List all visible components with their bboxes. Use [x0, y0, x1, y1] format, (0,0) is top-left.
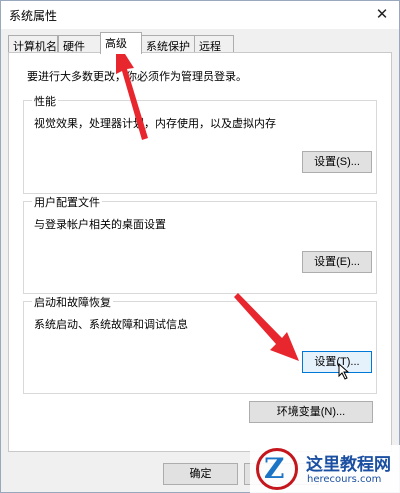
tab-hardware[interactable]: 硬件 [58, 35, 101, 53]
user-profiles-description: 与登录帐户相关的桌面设置 [34, 218, 166, 231]
tab-advanced[interactable]: 高级 [100, 32, 142, 54]
performance-group-title: 性能 [32, 93, 58, 109]
tab-remote[interactable]: 远程 [194, 35, 234, 53]
user-profiles-group: 用户配置文件 与登录帐户相关的桌面设置 设置(E)... [23, 194, 377, 294]
title-bar: 系统属性 ✕ [1, 1, 399, 29]
environment-variables-button[interactable]: 环境变量(N)... [249, 401, 373, 423]
startup-recovery-group: 启动和故障恢复 系统启动、系统故障和调试信息 设置(T)... [23, 294, 377, 394]
startup-recovery-settings-button[interactable]: 设置(T)... [302, 351, 372, 373]
startup-recovery-description: 系统启动、系统故障和调试信息 [34, 318, 188, 331]
mouse-cursor-icon [338, 363, 350, 380]
tab-system-protection[interactable]: 系统保护 [141, 35, 195, 53]
performance-description: 视觉效果，处理器计划，内存使用，以及虚拟内存 [34, 117, 276, 130]
watermark-url: herecours.com [307, 474, 382, 485]
tab-computer-name[interactable]: 计算机名 [8, 35, 58, 53]
user-profiles-group-title: 用户配置文件 [32, 194, 102, 210]
advanced-tab-panel: 要进行大多数更改，你必须作为管理员登录。 性能 视觉效果，处理器计划，内存使用，… [8, 52, 392, 452]
performance-group: 性能 视觉效果，处理器计划，内存使用，以及虚拟内存 设置(S)... [23, 93, 377, 194]
watermark-z-glyph: Z [264, 452, 285, 485]
performance-settings-button[interactable]: 设置(S)... [302, 151, 372, 173]
close-icon[interactable]: ✕ [373, 5, 391, 23]
startup-recovery-group-title: 启动和故障恢复 [32, 294, 113, 310]
system-properties-window: 系统属性 ✕ 计算机名 硬件 高级 系统保护 远程 要进行大多数更改，你必须作为… [0, 0, 400, 493]
watermark-logo: Z 这里教程网 herecours.com [250, 445, 400, 493]
user-profiles-settings-button[interactable]: 设置(E)... [302, 251, 372, 273]
watermark-title: 这里教程网 [306, 455, 391, 475]
admin-note: 要进行大多数更改，你必须作为管理员登录。 [27, 70, 247, 83]
window-title: 系统属性 [9, 9, 58, 23]
ok-button[interactable]: 确定 [163, 463, 238, 485]
